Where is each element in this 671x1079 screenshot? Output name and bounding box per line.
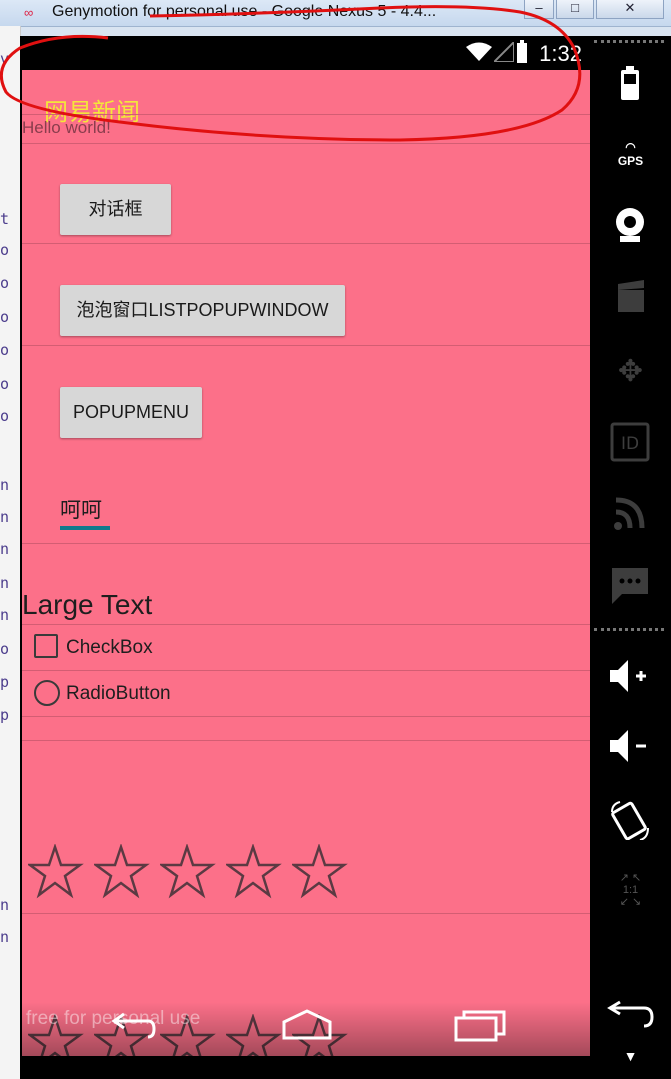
window-title: Genymotion for personal use - Google Nex… <box>52 3 437 20</box>
pixel-perfect-icon[interactable]: ↗ ↖ 1:1 ↙ ↘ <box>590 872 671 908</box>
divider <box>22 913 590 914</box>
ide-char: o <box>0 341 10 359</box>
divider <box>22 624 590 625</box>
minimize-button[interactable]: – <box>524 0 554 19</box>
status-bar: 1:32 <box>20 36 590 70</box>
checkbox-label[interactable]: CheckBox <box>66 637 153 659</box>
capture-icon[interactable] <box>590 280 671 314</box>
status-time: 1:32 <box>539 41 582 66</box>
list-popup-window-button[interactable]: 泡泡窗口LISTPOPUPWINDOW <box>60 285 345 336</box>
ide-char: n <box>0 928 10 946</box>
webcam-icon[interactable] <box>590 206 671 244</box>
maximize-button[interactable]: □ <box>556 0 594 19</box>
emulator-toolbar: ◠ GPS ✥ ID ↗ ↖ 1:1 ↙ ↘ ▼ <box>590 36 671 1079</box>
ide-char: n <box>0 896 10 914</box>
ide-char: n <box>0 540 10 558</box>
large-text: Large Text <box>22 589 153 620</box>
gps-icon[interactable]: ◠ GPS <box>590 140 671 168</box>
ide-char: n <box>0 476 10 494</box>
genymotion-logo-icon: ∞ <box>24 5 34 20</box>
ide-char: o <box>0 640 10 658</box>
wifi-icon <box>466 42 492 61</box>
ide-char: n <box>0 574 10 592</box>
popup-menu-button[interactable]: POPUPMENU <box>60 387 202 438</box>
tab-hehe[interactable]: 呵呵 <box>60 494 102 524</box>
ide-char: o <box>0 375 10 393</box>
sms-icon[interactable] <box>590 566 671 606</box>
ide-char: n <box>0 606 10 624</box>
emulator-device: 1:32 网易新闻 Hello world! 对话框 泡泡窗口LISTPOPUP… <box>20 36 671 1079</box>
rating-bar[interactable] <box>28 844 358 900</box>
divider <box>22 243 590 244</box>
watermark-text: free for personal use <box>26 1008 201 1029</box>
signal-icon <box>494 42 514 62</box>
ide-char: p <box>0 673 10 691</box>
close-button[interactable]: ✕ <box>596 0 664 19</box>
divider <box>22 543 590 544</box>
tab-indicator <box>60 526 110 530</box>
ide-char: o <box>0 274 10 292</box>
divider <box>22 740 590 741</box>
checkbox[interactable] <box>34 634 58 658</box>
star-icon <box>94 844 150 899</box>
star-icon <box>292 844 348 899</box>
ide-char: n <box>0 508 10 526</box>
ide-char: t <box>0 210 10 228</box>
ide-char: o <box>0 308 10 326</box>
divider <box>22 716 590 717</box>
battery-icon[interactable] <box>590 66 671 102</box>
device-id-icon[interactable]: ID <box>590 422 671 462</box>
back-icon[interactable] <box>590 1000 671 1030</box>
star-icon <box>28 844 84 899</box>
toolbar-separator <box>594 628 664 631</box>
divider <box>22 114 590 115</box>
window-titlebar[interactable]: ∞ Genymotion for personal use - Google N… <box>0 0 671 27</box>
star-icon <box>226 844 282 899</box>
app-screen: 网易新闻 Hello world! 对话框 泡泡窗口LISTPOPUPWINDO… <box>22 70 590 1056</box>
radio-button[interactable] <box>34 680 60 706</box>
battery-icon <box>517 40 527 63</box>
ide-char: p <box>0 706 10 724</box>
divider <box>22 143 590 144</box>
rss-icon[interactable] <box>590 494 671 532</box>
svg-text:ID: ID <box>621 434 639 454</box>
recents-icon[interactable] <box>454 1010 506 1042</box>
ide-char: o <box>0 241 10 259</box>
rotate-icon[interactable] <box>590 800 671 840</box>
toolbar-separator <box>594 40 664 43</box>
dpad-icon[interactable]: ✥ <box>590 354 671 389</box>
home-icon[interactable] <box>280 1008 334 1042</box>
volume-up-icon[interactable] <box>590 658 671 694</box>
ide-char: o <box>0 407 10 425</box>
menu-icon[interactable]: ▼ <box>590 1048 671 1064</box>
volume-down-icon[interactable] <box>590 728 671 764</box>
ide-char: v <box>0 50 10 68</box>
hello-text: Hello world! <box>22 118 111 137</box>
star-icon <box>160 844 216 899</box>
radio-label[interactable]: RadioButton <box>66 683 171 705</box>
dialog-button[interactable]: 对话框 <box>60 184 171 235</box>
ide-editor-strip: v t o o o o o o n n n n n o p p n n <box>0 26 21 1079</box>
divider <box>22 345 590 346</box>
divider <box>22 670 590 671</box>
